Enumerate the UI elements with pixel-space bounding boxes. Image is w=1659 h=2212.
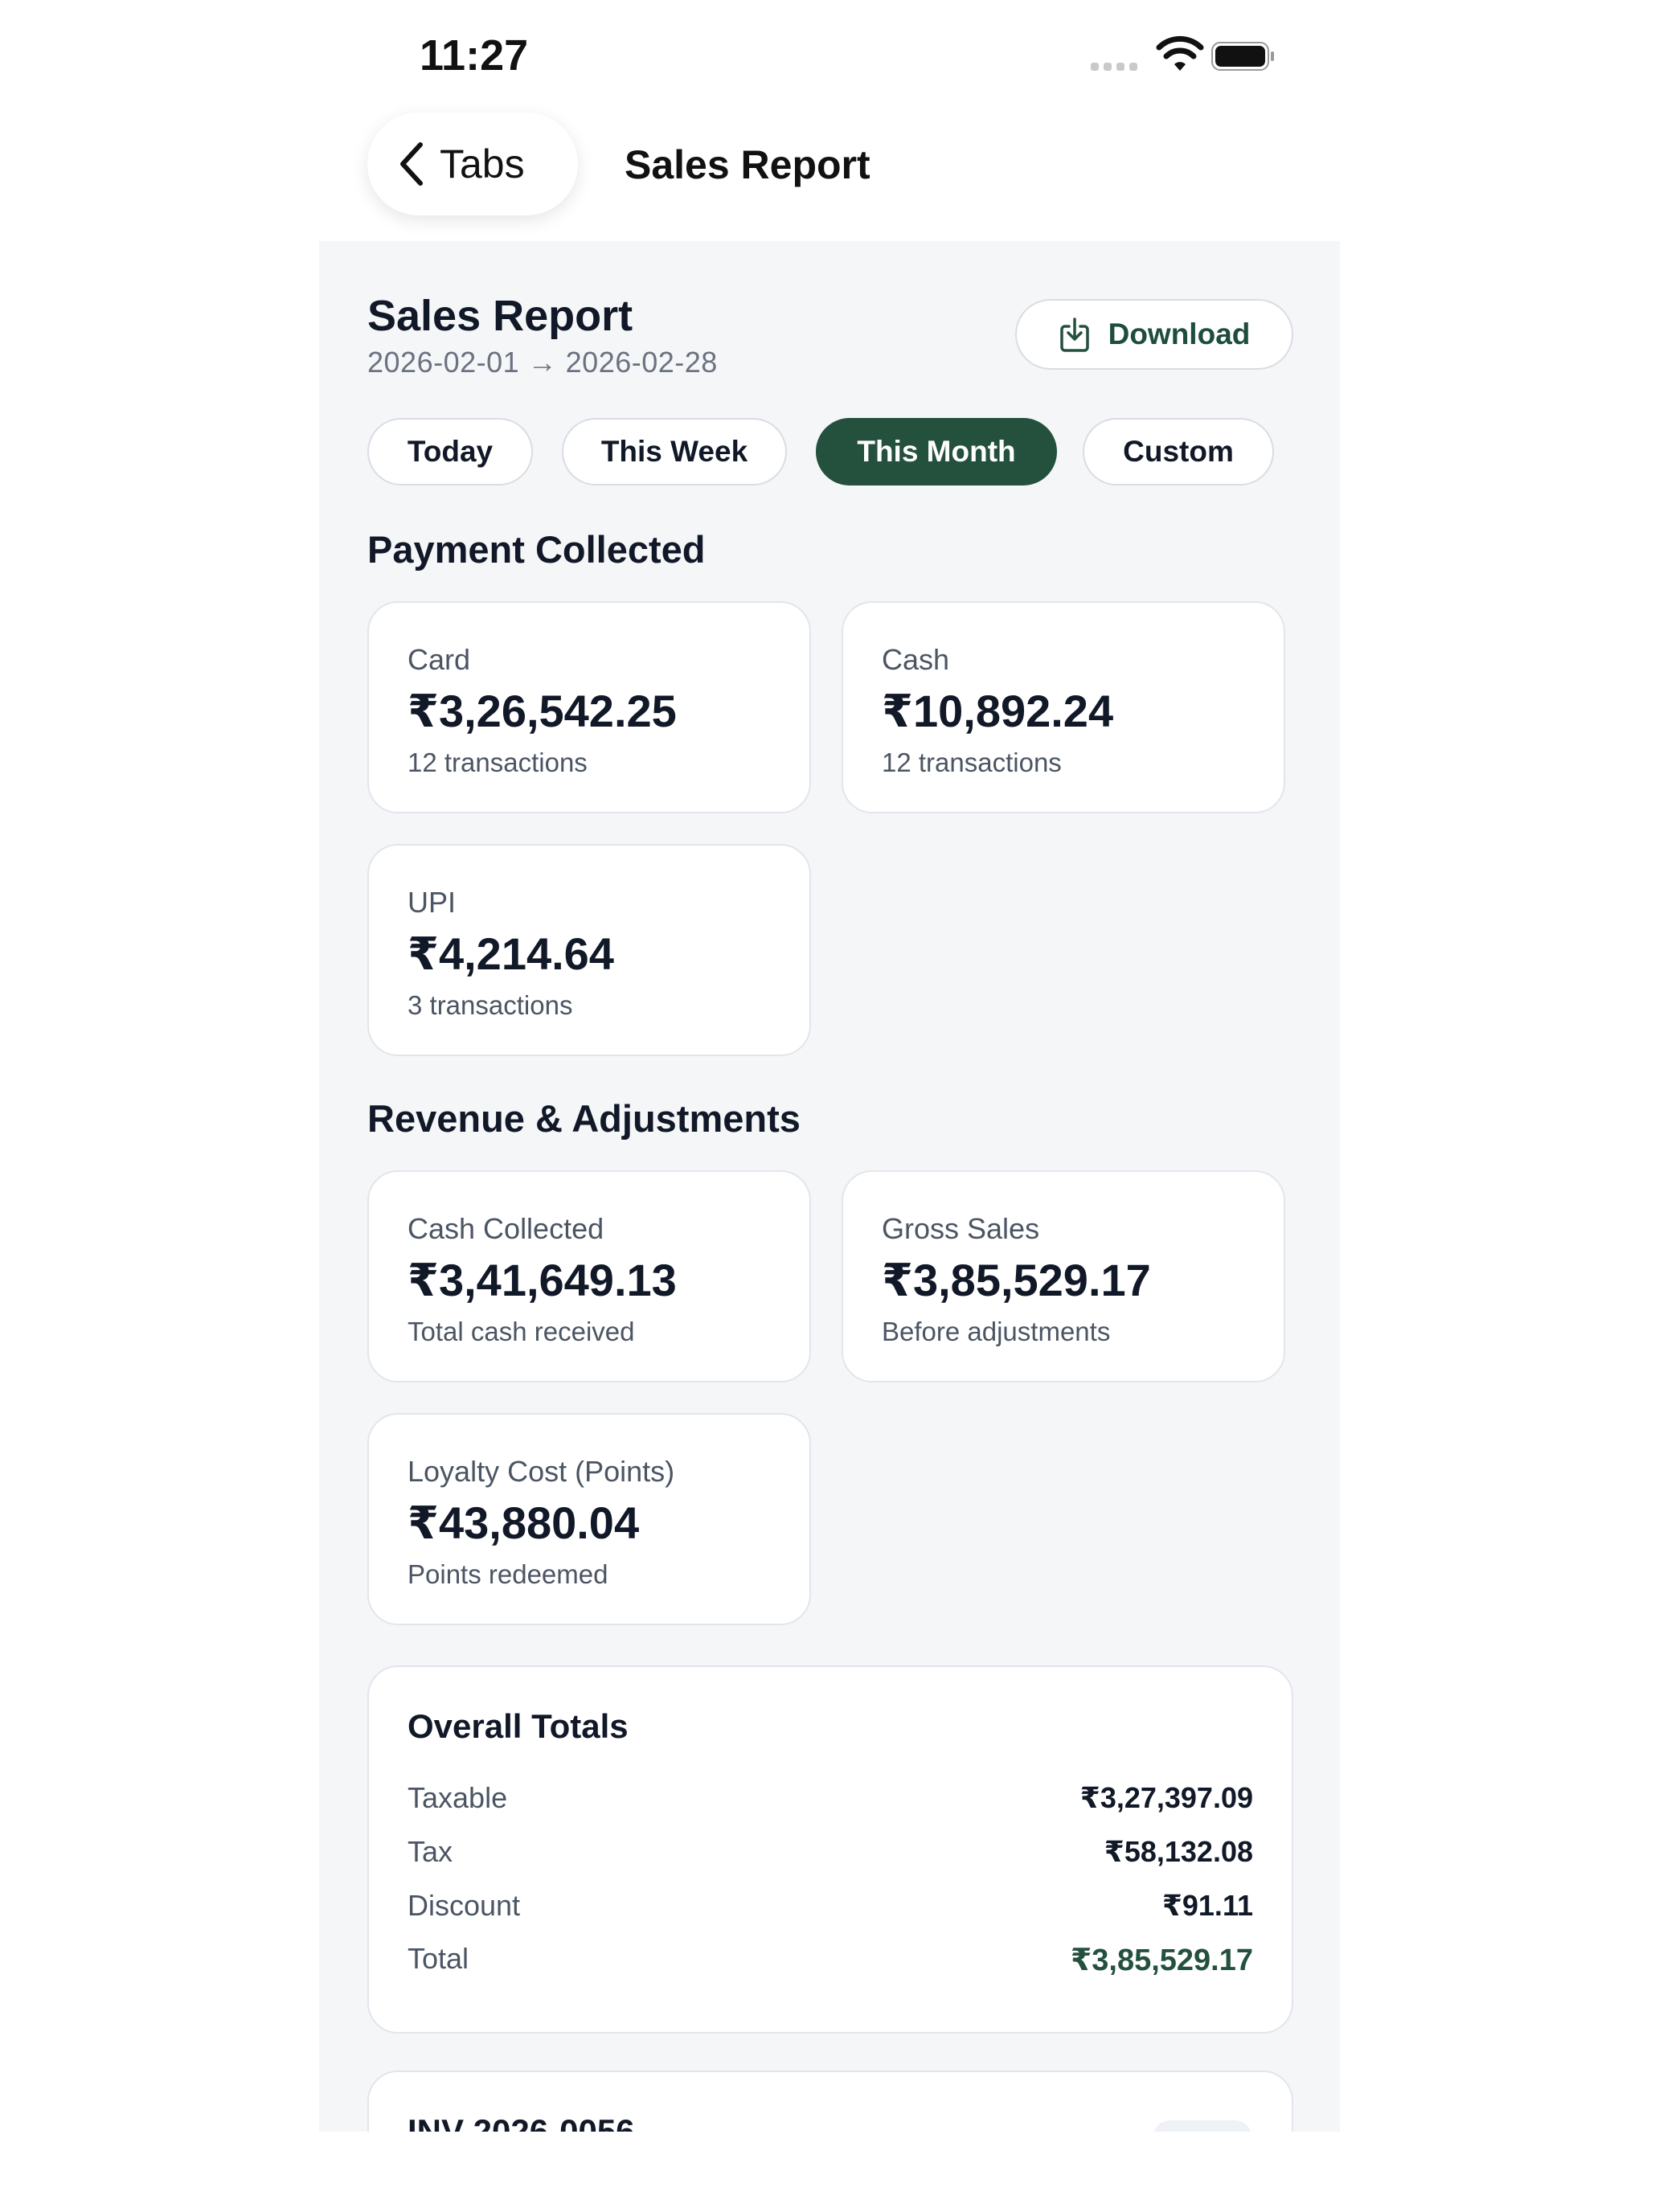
- card-value: ₹3,41,649.13: [408, 1255, 677, 1305]
- card-label: UPI: [408, 886, 457, 919]
- totals-row-label: Tax: [408, 1835, 453, 1868]
- date-range: 2026-02-01 → 2026-02-28: [367, 346, 718, 379]
- card-subtext: Before adjustments: [882, 1317, 1111, 1346]
- card-label: Card: [408, 643, 471, 676]
- totals-title: Overall Totals: [408, 1707, 629, 1745]
- totals-row-label: Total: [408, 1942, 469, 1975]
- back-button-label: Tabs: [440, 141, 525, 186]
- filter-this-week[interactable]: This Week: [562, 418, 787, 485]
- cellular-signal-icon: [1091, 63, 1137, 71]
- revenue-card-cash-collected[interactable]: Cash Collected ₹3,41,649.13 Total cash r…: [367, 1170, 811, 1382]
- card-value: ₹43,880.04: [408, 1497, 640, 1548]
- card-label: Cash: [882, 643, 950, 676]
- page-title: Sales Report: [367, 292, 633, 340]
- invoice-status-badge: [1153, 2120, 1251, 2132]
- card-subtext: 3 transactions: [408, 990, 573, 1020]
- card-label: Gross Sales: [882, 1212, 1040, 1245]
- card-value: ₹10,892.24: [882, 686, 1114, 736]
- filter-today[interactable]: Today: [367, 418, 533, 485]
- totals-row-total: Total ₹3,85,529.17: [408, 1942, 1253, 1982]
- totals-row-tax: Tax ₹58,132.08: [408, 1835, 1253, 1875]
- card-label: Loyalty Cost (Points): [408, 1455, 675, 1488]
- section-title-payment-collected: Payment Collected: [367, 528, 706, 571]
- chevron-left-icon: [400, 142, 423, 186]
- totals-row-value: ₹3,85,529.17: [1070, 1944, 1253, 1977]
- download-button-label: Download: [1108, 317, 1251, 350]
- invoice-card[interactable]: INV-2026-0056: [367, 2071, 1293, 2132]
- card-value: ₹3,85,529.17: [882, 1255, 1151, 1305]
- phone-screen: 11:27 Tabs Sales Report Sales Report 202…: [319, 0, 1340, 2212]
- battery-icon: [1211, 42, 1274, 71]
- overall-totals-card: Overall Totals Taxable ₹3,27,397.09 Tax …: [367, 1665, 1293, 2034]
- card-subtext: Points redeemed: [408, 1559, 608, 1589]
- revenue-card-loyalty-cost[interactable]: Loyalty Cost (Points) ₹43,880.04 Points …: [367, 1413, 811, 1625]
- card-subtext: 12 transactions: [882, 748, 1062, 777]
- card-subtext: 12 transactions: [408, 748, 588, 777]
- totals-row-value: ₹91.11: [1161, 1889, 1253, 1922]
- card-label: Cash Collected: [408, 1212, 604, 1245]
- payment-card-cash[interactable]: Cash ₹10,892.24 12 transactions: [842, 601, 1285, 813]
- totals-row-label: Discount: [408, 1889, 521, 1922]
- download-button[interactable]: Download: [1015, 299, 1293, 370]
- totals-row-value: ₹3,27,397.09: [1079, 1781, 1253, 1814]
- status-time: 11:27: [420, 31, 529, 80]
- invoice-number: INV-2026-0056: [408, 2112, 635, 2132]
- wifi-icon: [1156, 35, 1204, 71]
- card-value: ₹3,26,542.25: [408, 686, 677, 736]
- section-title-revenue: Revenue & Adjustments: [367, 1097, 801, 1140]
- totals-row-taxable: Taxable ₹3,27,397.09: [408, 1781, 1253, 1821]
- payment-card-upi[interactable]: UPI ₹4,214.64 3 transactions: [367, 844, 811, 1056]
- nav-title: Sales Report: [625, 142, 870, 187]
- totals-row-label: Taxable: [408, 1781, 508, 1814]
- back-button[interactable]: Tabs: [367, 113, 578, 215]
- filter-custom[interactable]: Custom: [1083, 418, 1274, 485]
- report-content[interactable]: Sales Report 2026-02-01 → 2026-02-28 Dow…: [319, 241, 1340, 2132]
- download-icon: [1059, 317, 1089, 352]
- payment-card-card[interactable]: Card ₹3,26,542.25 12 transactions: [367, 601, 811, 813]
- totals-row-value: ₹58,132.08: [1104, 1835, 1253, 1868]
- totals-row-discount: Discount ₹91.11: [408, 1889, 1253, 1929]
- revenue-card-gross-sales[interactable]: Gross Sales ₹3,85,529.17 Before adjustme…: [842, 1170, 1285, 1382]
- card-subtext: Total cash received: [408, 1317, 635, 1346]
- filter-this-month[interactable]: This Month: [816, 418, 1057, 485]
- card-value: ₹4,214.64: [408, 928, 614, 979]
